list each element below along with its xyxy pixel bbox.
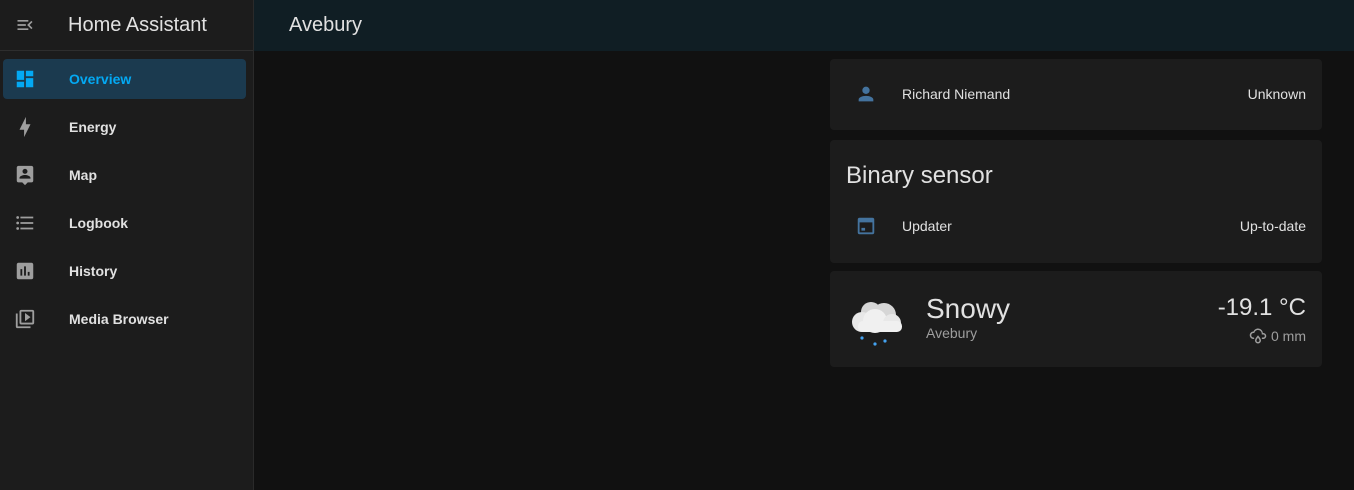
weather-rainy-outline-icon [1249,328,1267,344]
chart-box-icon [14,260,36,282]
binary-sensor-card: Binary sensor Updater Up-to-date [830,140,1322,263]
sidebar-item-label: Media Browser [69,311,169,327]
weather-condition: Snowy [926,293,1011,324]
entity-row-person[interactable]: Richard Niemand Unknown [846,74,1306,114]
sidebar-item-label: Energy [69,119,117,135]
lightning-bolt-icon [14,116,36,138]
sidebar-item-label: Logbook [69,215,129,231]
entity-name: Updater [902,218,952,234]
account-icon [846,74,886,114]
format-list-bulleted-icon [14,212,36,234]
weather-forecast-card[interactable]: Snowy Avebury -19.1 °C 0 mm [830,271,1322,367]
sidebar-item-overview[interactable]: Overview [3,59,246,99]
play-box-multiple-icon [14,308,36,330]
entity-row-updater[interactable]: Updater Up-to-date [846,206,1306,246]
view-dashboard-icon [14,68,36,90]
card-title: Binary sensor [846,162,993,189]
sidebar-item-logbook[interactable]: Logbook [3,203,246,243]
app-root: Home Assistant Overview Energy Map Logbo… [0,0,1354,490]
sidebar-nav: Overview Energy Map Logbook History Medi… [0,51,253,339]
weather-location: Avebury [926,325,978,341]
top-app-bar: Avebury [254,0,1354,51]
sidebar-item-map[interactable]: Map [3,155,246,195]
package-icon [846,206,886,246]
entity-state: Up-to-date [1239,218,1306,234]
weather-precipitation: 0 mm [1249,327,1306,345]
sidebar-item-media-browser[interactable]: Media Browser [3,299,246,339]
precipitation-value: 0 mm [1271,328,1306,344]
entity-state: Unknown [1247,86,1306,102]
sidebar: Home Assistant Overview Energy Map Logbo… [0,0,254,490]
sidebar-header: Home Assistant [0,0,253,51]
weather-temperature: -19.1 °C [1217,294,1306,321]
collapse-sidebar-button[interactable] [0,2,50,48]
sidebar-item-energy[interactable]: Energy [3,107,246,147]
map-account-icon [14,164,36,186]
app-title: Home Assistant [68,13,207,36]
sidebar-item-history[interactable]: History [3,251,246,291]
menu-open-icon [17,20,33,30]
sidebar-item-label: Overview [69,71,132,87]
page-title: Avebury [289,14,363,36]
weather-snowy-icon [852,302,902,346]
sidebar-item-label: Map [69,167,97,183]
person-entities-card: Richard Niemand Unknown [830,59,1322,130]
entity-name: Richard Niemand [902,86,1011,102]
sidebar-item-label: History [69,263,118,279]
